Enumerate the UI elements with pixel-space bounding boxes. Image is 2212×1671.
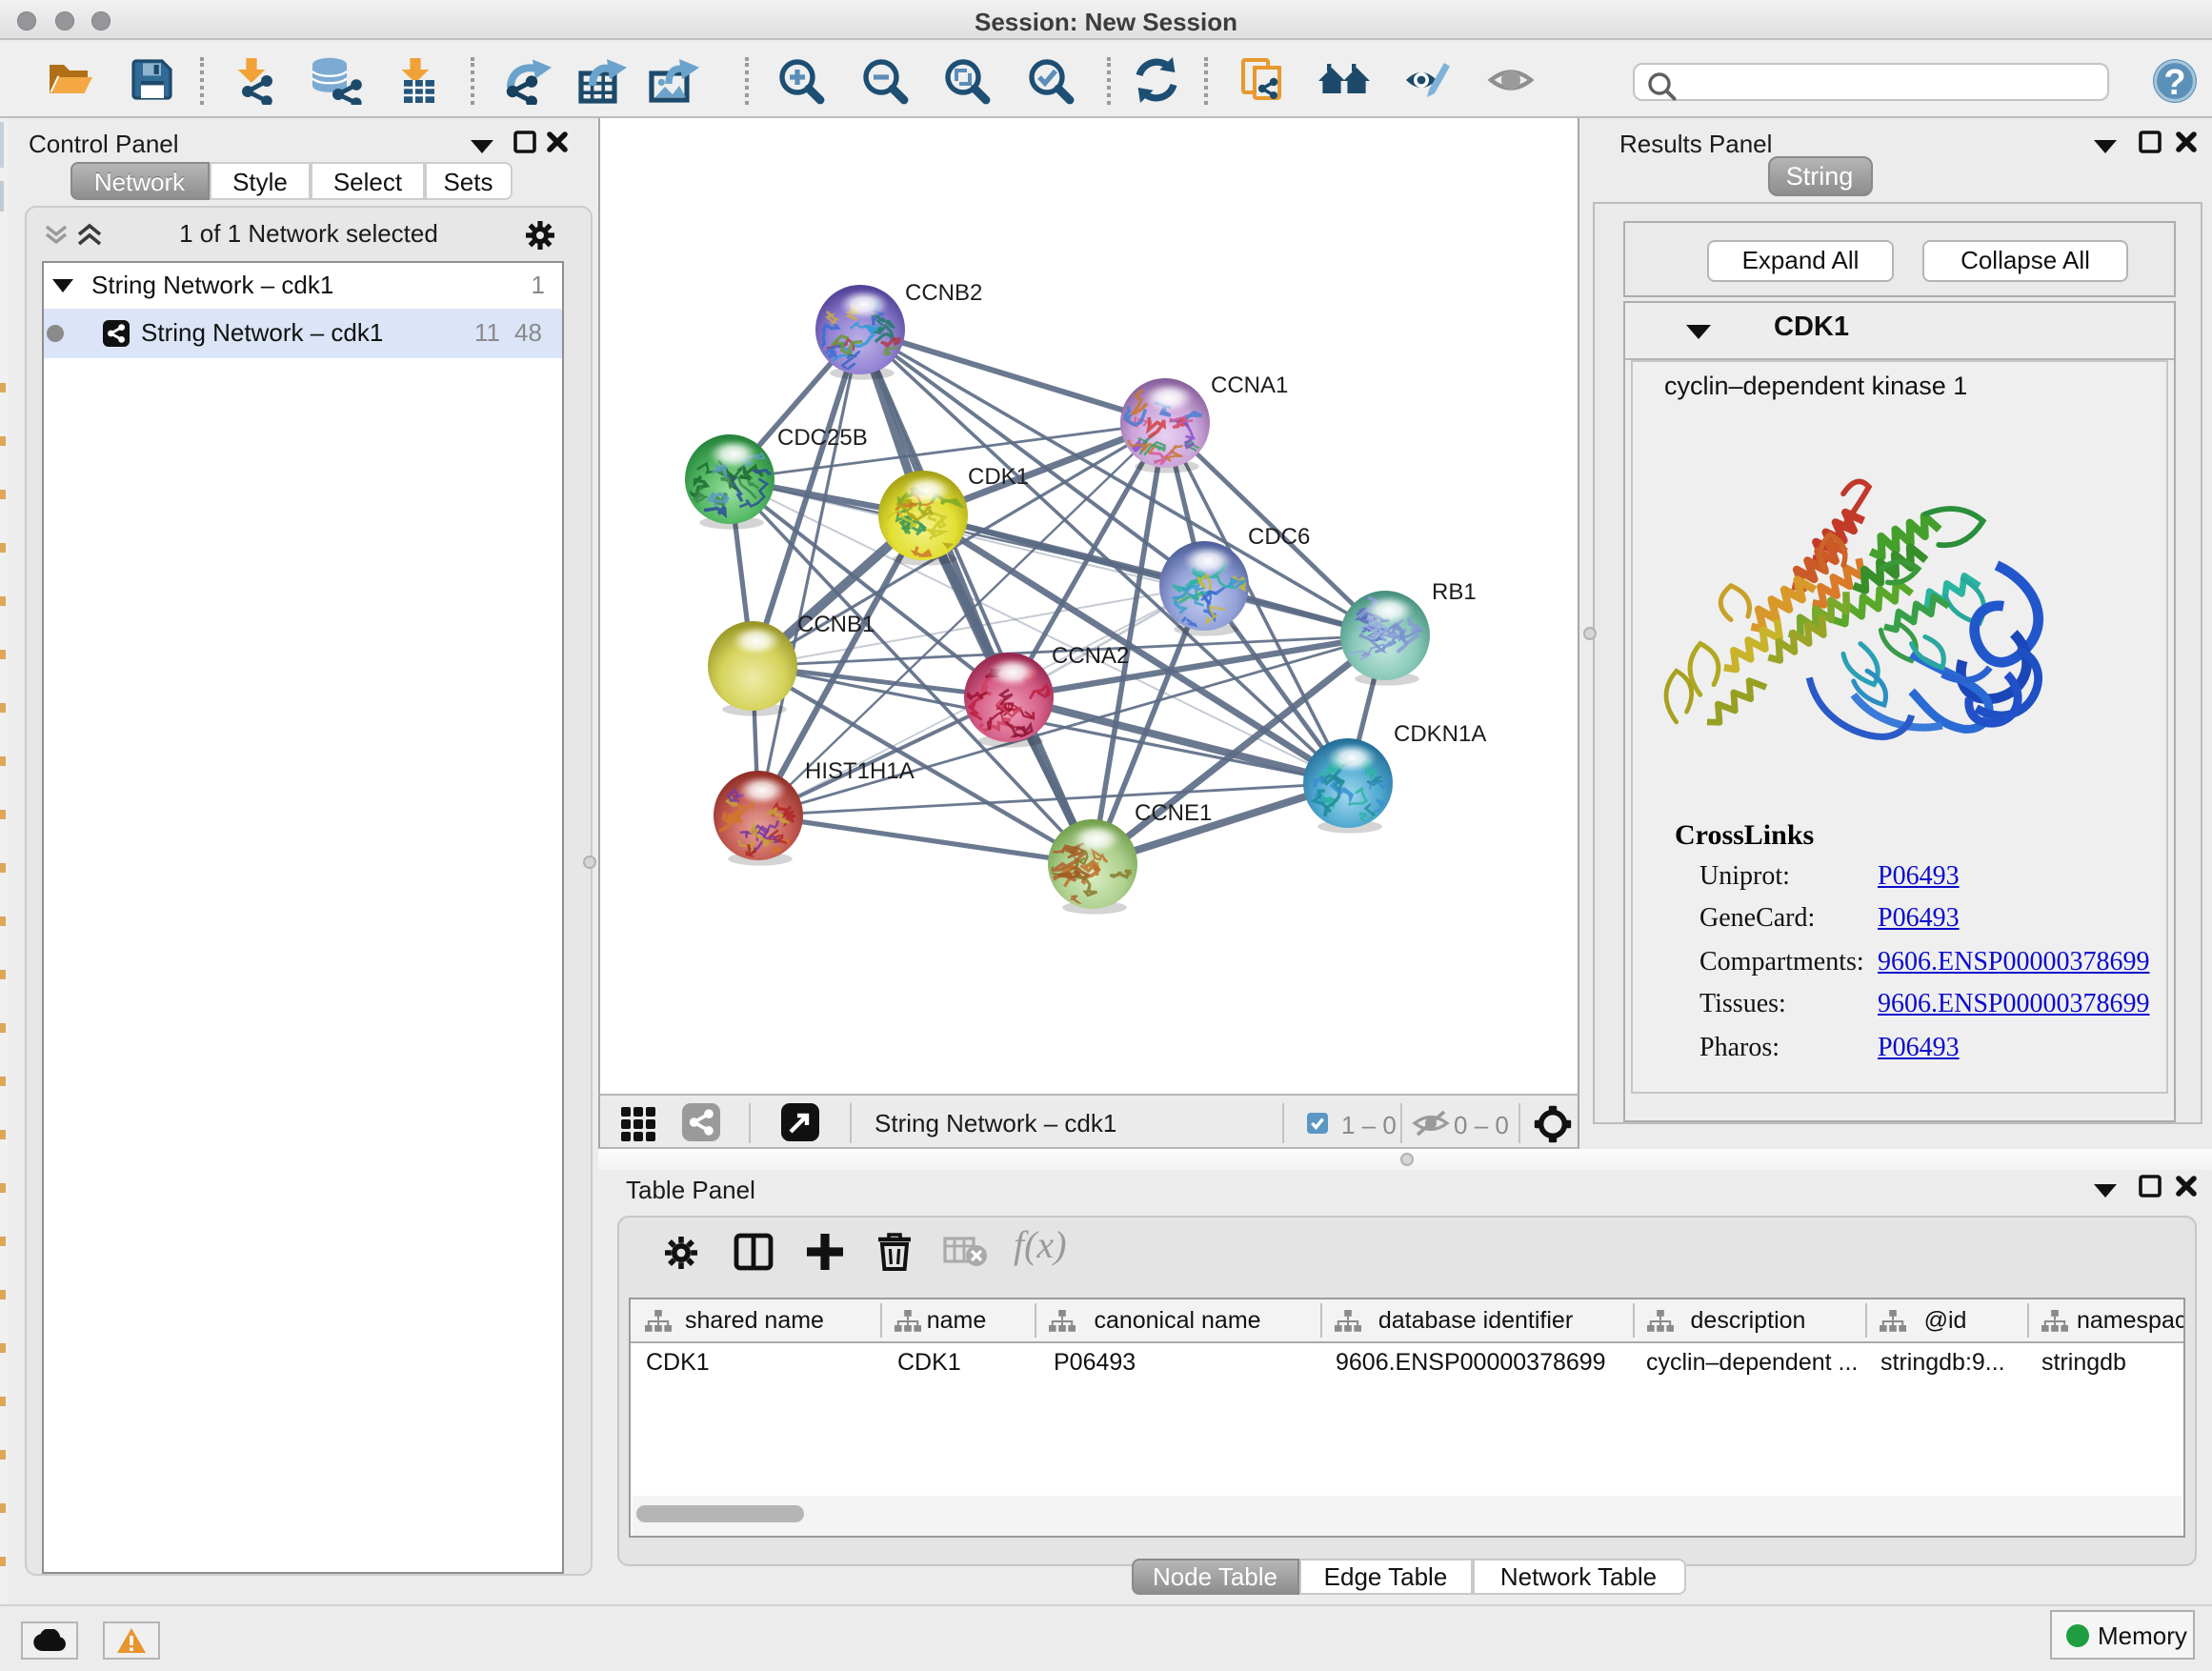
- svg-text:CDC25B: CDC25B: [777, 425, 868, 451]
- svg-text:HIST1H1A: HIST1H1A: [805, 758, 915, 784]
- svg-text:CCNB2: CCNB2: [905, 280, 982, 306]
- svg-text:CCNA2: CCNA2: [1052, 643, 1129, 669]
- svg-text:?: ?: [2162, 62, 2184, 102]
- svg-text:CDKN1A: CDKN1A: [1394, 721, 1486, 747]
- svg-text:CDK1: CDK1: [968, 464, 1029, 490]
- svg-text:CCNA1: CCNA1: [1211, 372, 1288, 398]
- svg-text:CCNE1: CCNE1: [1135, 800, 1212, 826]
- svg-text:CDC6: CDC6: [1248, 524, 1310, 550]
- svg-text:CCNB1: CCNB1: [797, 612, 875, 637]
- svg-text:RB1: RB1: [1432, 579, 1477, 605]
